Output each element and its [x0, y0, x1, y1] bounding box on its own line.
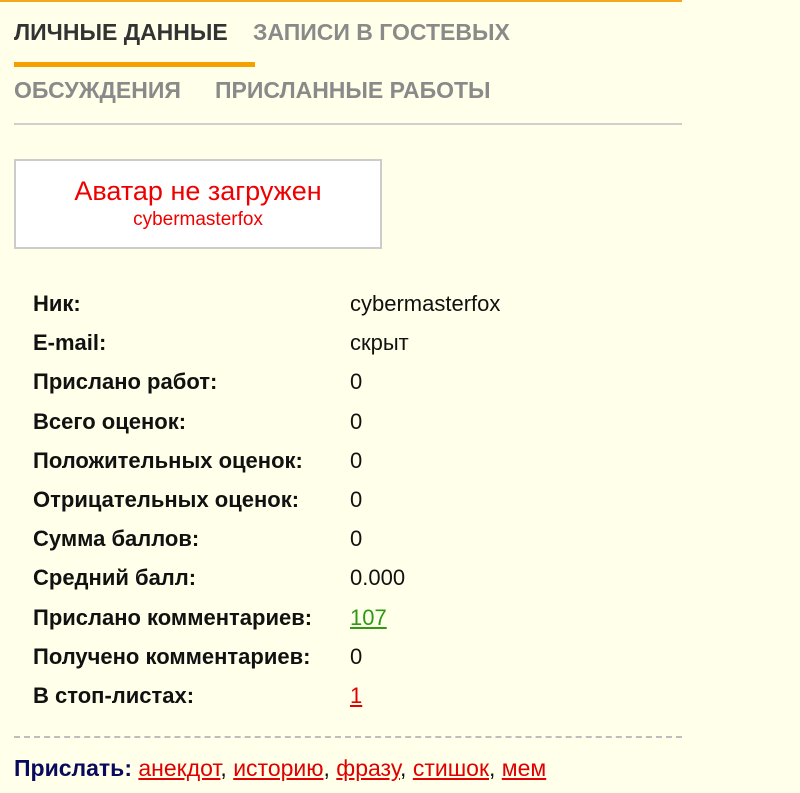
- info-label: В стоп-листах:: [33, 682, 195, 708]
- dashed-divider: [14, 736, 682, 738]
- info-label: Всего оценок:: [33, 408, 187, 434]
- info-row-nick: Ник: cybermasterfox: [33, 286, 673, 325]
- info-value: 0: [350, 447, 363, 473]
- info-value: 0: [350, 643, 363, 669]
- info-value: 0: [350, 526, 363, 552]
- info-row-positive-ratings: Положительных оценок: 0: [33, 443, 673, 482]
- info-value: скрыт: [350, 330, 409, 356]
- send-meme-link[interactable]: мем: [502, 755, 546, 781]
- info-row-average-score: Средний балл: 0.000: [33, 560, 673, 599]
- info-row-comments-received: Получено комментариев: 0: [33, 639, 673, 678]
- info-label: Прислано работ:: [33, 369, 218, 395]
- link-separator: ,: [220, 755, 227, 781]
- tab-discussions[interactable]: ОБСУЖДЕНИЯ: [14, 76, 181, 104]
- info-row-stop-lists: В стоп-листах: 1: [33, 678, 673, 717]
- tab-submitted-works[interactable]: ПРИСЛАННЫЕ РАБОТЫ: [215, 76, 491, 104]
- active-tab-indicator: [14, 62, 255, 67]
- info-label: Отрицательных оценок:: [33, 486, 300, 512]
- info-label: Сумма баллов:: [33, 526, 200, 552]
- avatar-username: cybermasterfox: [133, 209, 263, 230]
- send-phrase-link[interactable]: фразу: [336, 755, 400, 781]
- info-value: 0.000: [350, 565, 406, 591]
- info-label: Ник:: [33, 291, 81, 316]
- top-accent-line: [0, 0, 682, 2]
- info-value: 0: [350, 486, 363, 512]
- avatar-placeholder: Аватар не загружен cybermasterfox: [14, 159, 382, 249]
- profile-info-table: Ник: cybermasterfox E-mail: скрыт Присла…: [33, 286, 673, 717]
- info-row-email: E-mail: скрыт: [33, 325, 673, 364]
- avatar-missing-text: Аватар не загружен: [74, 176, 322, 206]
- tabs-divider: [14, 123, 682, 125]
- info-row-negative-ratings: Отрицательных оценок: 0: [33, 482, 673, 521]
- tab-guestbook-entries[interactable]: ЗАПИСИ В ГОСТЕВЫХ: [253, 18, 510, 46]
- info-value: cybermasterfox: [350, 291, 501, 316]
- info-row-comments-sent: Прислано комментариев: 107: [33, 600, 673, 639]
- info-value: 0: [350, 408, 363, 434]
- info-label: Положительных оценок:: [33, 447, 303, 473]
- info-value: 0: [350, 369, 363, 395]
- send-bar: Прислать: анекдот, историю, фразу, стишо…: [14, 755, 546, 782]
- tab-personal-data[interactable]: ЛИЧНЫЕ ДАННЫЕ: [14, 18, 228, 46]
- comments-sent-link[interactable]: 107: [350, 605, 387, 631]
- info-label: Прислано комментариев:: [33, 604, 313, 630]
- profile-page: ЛИЧНЫЕ ДАННЫЕ ЗАПИСИ В ГОСТЕВЫХ ОБСУЖДЕН…: [0, 0, 800, 793]
- send-story-link[interactable]: историю: [233, 755, 323, 781]
- link-separator: ,: [323, 755, 330, 781]
- info-row-total-ratings: Всего оценок: 0: [33, 404, 673, 443]
- send-poem-link[interactable]: стишок: [413, 755, 489, 781]
- stop-lists-link[interactable]: 1: [350, 683, 362, 709]
- send-label: Прислать:: [14, 755, 132, 781]
- link-separator: ,: [489, 755, 496, 781]
- send-joke-link[interactable]: анекдот: [138, 755, 220, 781]
- info-label: Средний балл:: [33, 565, 197, 591]
- info-row-works-sent: Прислано работ: 0: [33, 364, 673, 403]
- info-label: Получено комментариев:: [33, 643, 311, 669]
- info-row-score-sum: Сумма баллов: 0: [33, 521, 673, 560]
- link-separator: ,: [400, 755, 407, 781]
- info-label: E-mail:: [33, 330, 107, 356]
